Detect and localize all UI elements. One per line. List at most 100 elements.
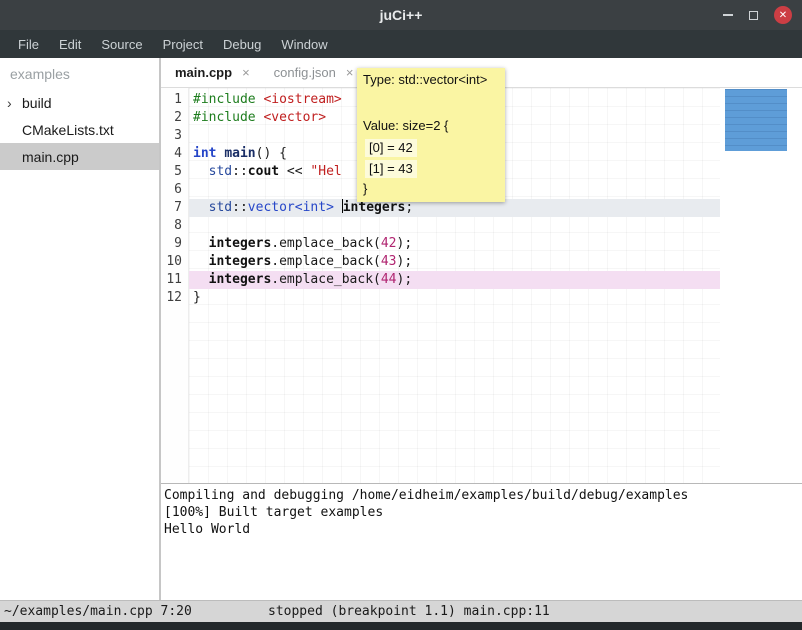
window-title: juCi++ [0, 7, 802, 23]
tree-item-label: main.cpp [22, 149, 79, 165]
code-line[interactable]: integers.emplace_back(42); [189, 235, 720, 253]
titlebar[interactable]: juCi++ ✕ [0, 0, 802, 30]
minimize-button[interactable] [723, 14, 733, 16]
code-segment: <iostream> [263, 92, 341, 107]
code-segment: main [224, 146, 255, 161]
code-segment: integers [209, 236, 272, 251]
tooltip-element-value: [1] = 43 [365, 160, 417, 178]
code-segment: ); [397, 272, 413, 287]
terminal-line: [100%] Built target examples [164, 504, 802, 521]
line-number[interactable]: 12 [161, 289, 182, 307]
tree-item-label: CMakeLists.txt [22, 122, 114, 138]
file-tree-panel: examples ›build CMakeLists.txt main.cpp [0, 58, 159, 600]
line-number[interactable]: 2 [161, 109, 182, 127]
code-segment: int [193, 146, 216, 161]
code-segment: #include [193, 92, 256, 107]
terminal-output[interactable]: Compiling and debugging /home/eidheim/ex… [161, 483, 802, 600]
statusbar: ~/examples/main.cpp 7:20 stopped (breakp… [0, 600, 802, 622]
code-segment: std [209, 164, 232, 179]
code-line[interactable] [189, 217, 720, 235]
code-segment: 44 [381, 272, 397, 287]
close-button[interactable]: ✕ [774, 6, 792, 24]
content: examples ›build CMakeLists.txt main.cpp ma… [0, 58, 802, 600]
code-line[interactable]: integers.emplace_back(43); [189, 253, 720, 271]
line-number[interactable]: 3 [161, 127, 182, 145]
expander-icon[interactable]: › [7, 95, 22, 111]
code-segment: << [279, 164, 310, 179]
tab-main-cpp[interactable]: main.cpp × [163, 58, 262, 87]
main-panel: main.cpp×config.json× 123456789101112 #i… [161, 58, 802, 600]
code-segment: .emplace_back( [271, 272, 381, 287]
file-tree: ›build CMakeLists.txt main.cpp [0, 89, 159, 170]
code-segment: 43 [381, 254, 397, 269]
menu-project[interactable]: Project [153, 32, 213, 57]
sidebar-item-cmakelists-txt[interactable]: CMakeLists.txt [0, 116, 159, 143]
terminal-line: Compiling and debugging /home/eidheim/ex… [164, 487, 802, 504]
code-segment: integers [209, 254, 272, 269]
code-segment: <vector> [263, 110, 326, 125]
code-segment [334, 200, 342, 215]
code-segment: #include [193, 110, 256, 125]
code-segment [193, 164, 209, 179]
tab-close-icon[interactable]: × [346, 65, 354, 80]
tooltip-value-line: Value: size=2 { [363, 118, 499, 136]
menubar: FileEditSourceProjectDebugWindow [0, 30, 802, 58]
code-segment: ); [397, 236, 413, 251]
project-name: examples [0, 58, 159, 89]
maximize-button[interactable] [749, 11, 758, 20]
code-line[interactable]: } [189, 289, 720, 307]
status-file-position: ~/examples/main.cpp 7:20 [0, 604, 192, 619]
code-segment: ; [405, 200, 413, 215]
code-segment: :: [232, 164, 248, 179]
minimize-icon [723, 14, 733, 16]
status-debug-state: stopped (breakpoint 1.1) main.cpp:11 [268, 604, 550, 619]
line-number[interactable]: 9 [161, 235, 182, 253]
sidebar-item-build[interactable]: ›build [0, 89, 159, 116]
line-number[interactable]: 8 [161, 217, 182, 235]
code-segment: .emplace_back( [271, 254, 381, 269]
window-bottom-edge [0, 622, 802, 630]
menu-source[interactable]: Source [91, 32, 152, 57]
code-segment: ); [397, 254, 413, 269]
tree-item-label: build [22, 95, 52, 111]
code-segment: 42 [381, 236, 397, 251]
code-line[interactable]: integers.emplace_back(44); [189, 271, 720, 289]
line-number[interactable]: 5 [161, 163, 182, 181]
line-number[interactable]: 7 [161, 199, 182, 217]
code-segment: () { [256, 146, 287, 161]
code-segment: cout [248, 164, 279, 179]
code-segment: integers [343, 200, 406, 215]
tab-config-json[interactable]: config.json × [262, 58, 366, 87]
line-number[interactable]: 6 [161, 181, 182, 199]
code-segment [193, 272, 209, 287]
line-number[interactable]: 10 [161, 253, 182, 271]
menu-file[interactable]: File [8, 32, 49, 57]
menu-debug[interactable]: Debug [213, 32, 271, 57]
tooltip-close-brace: } [363, 181, 499, 197]
window-controls: ✕ [723, 6, 802, 24]
code-segment [193, 236, 209, 251]
code-segment: std [209, 200, 232, 215]
app-window: juCi++ ✕ FileEditSourceProjectDebugWindo… [0, 0, 802, 630]
editor-scrollbar-rail[interactable] [720, 88, 802, 483]
line-number[interactable]: 4 [161, 145, 182, 163]
line-number[interactable]: 11 [161, 271, 182, 289]
sidebar-item-main-cpp[interactable]: main.cpp [0, 143, 159, 170]
tab-close-icon[interactable]: × [242, 65, 250, 80]
line-number-gutter[interactable]: 123456789101112 [161, 88, 189, 483]
code-segment: .emplace_back( [271, 236, 381, 251]
tooltip-element-value: [0] = 42 [365, 139, 417, 157]
tab-label: config.json [274, 65, 336, 80]
maximize-icon [749, 11, 758, 20]
code-segment: } [193, 290, 201, 305]
line-number[interactable]: 1 [161, 91, 182, 109]
code-segment: integers [209, 272, 272, 287]
code-segment: vector<int> [248, 200, 334, 215]
terminal-line: Hello World [164, 521, 802, 538]
menu-edit[interactable]: Edit [49, 32, 91, 57]
tab-label: main.cpp [175, 65, 232, 80]
code-segment [193, 200, 209, 215]
scrollbar-thumb[interactable] [725, 89, 787, 151]
code-segment: :: [232, 200, 248, 215]
menu-window[interactable]: Window [271, 32, 337, 57]
